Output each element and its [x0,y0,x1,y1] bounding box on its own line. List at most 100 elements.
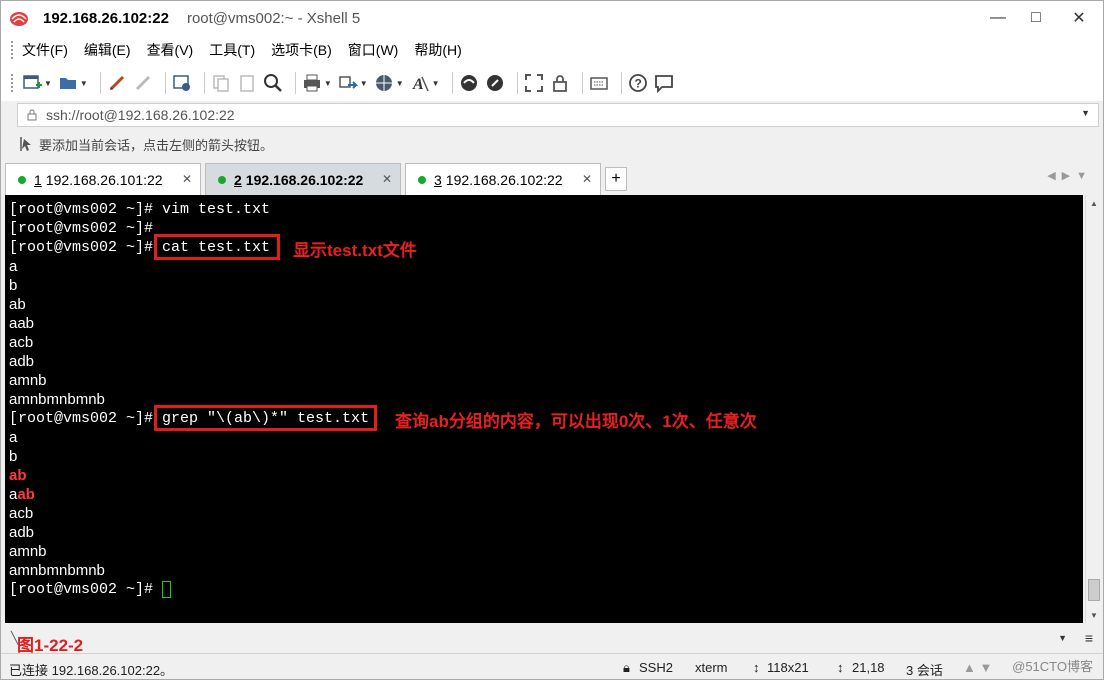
output-line: adb [9,353,35,370]
menu-edit[interactable]: 编辑(E) [84,40,131,60]
add-tab-button[interactable]: + [605,167,627,191]
open-folder-button[interactable]: ▼ [58,73,88,93]
output-line: amnb [9,543,47,560]
chevron-down-icon[interactable]: ▼ [1081,108,1090,118]
menu-view[interactable]: 查看(V) [147,40,194,60]
fullscreen-button[interactable] [524,73,544,93]
compose-bar [1,627,1103,651]
connect-button[interactable] [107,73,127,93]
menu-file[interactable]: 文件(F) [22,40,68,60]
toolbar-separator [516,72,518,94]
keyboard-icon [589,77,608,90]
close-icon[interactable]: ✕ [582,172,592,186]
find-button[interactable] [263,73,283,93]
tab-label: 192.168.26.102:22 [245,171,364,188]
font-button[interactable]: A ▼ [410,73,440,93]
window-subtitle: root@vms002:~ - Xshell 5 [186,9,361,27]
scroll-down-icon[interactable]: ▼ [1086,607,1102,623]
cursor-icon: ↕ [837,660,844,675]
keyboard-button[interactable] [589,73,609,93]
tab-number: 1 [34,171,42,188]
address-bar[interactable]: ssh://root@192.168.26.102:22 ▼ [17,103,1099,127]
watermark: @51CTO博客 [1012,659,1093,674]
menu-window[interactable]: 窗口(W) [348,40,399,60]
tab-session-3[interactable]: 3 192.168.26.102:22 ✕ [405,163,601,195]
terminal-type: xterm [695,660,728,675]
xftp-button[interactable] [459,73,479,93]
connection-status: 已连接 192.168.26.102:22。 [9,663,174,678]
output-line: acb [9,334,34,351]
printer-icon [303,74,320,92]
session-tabs: 1 192.168.26.101:22 ✕ 2 192.168.26.102:2… [1,161,1103,195]
toolbar-separator [451,72,453,94]
output-line: aab [9,315,35,332]
lock-button[interactable] [550,73,570,93]
globe-button[interactable]: ▼ [374,73,404,93]
chat-button[interactable] [654,73,674,93]
terminal[interactable]: [root@vms002 ~]# vim test.txt [root@vms0… [5,195,1083,623]
close-icon[interactable]: ✕ [382,172,392,186]
lock-icon [27,109,37,121]
toolbar-separator [99,72,101,94]
arrow-pointer-icon[interactable] [19,136,33,152]
prompt: [root@vms002 ~]# [9,239,163,256]
print-button[interactable]: ▼ [302,73,332,93]
tab-number: 2 [234,171,242,188]
tab-session-2[interactable]: 2 192.168.26.102:22 ✕ [205,163,401,195]
close-button[interactable]: ✕ [1055,1,1103,35]
search-icon [263,74,282,92]
scroll-up-icon[interactable]: ▲ [1086,195,1102,211]
menu-grip [11,41,14,59]
help-button[interactable]: ? [628,73,648,93]
copy-icon [213,75,229,92]
disconnect-button[interactable] [133,73,153,93]
hint-text: 要添加当前会话，点击左侧的箭头按钮。 [39,137,274,153]
output-line: b [9,448,18,465]
command-text: grep "\(ab\)*" test.txt [162,410,370,427]
window-title: 192.168.26.102:22 [43,9,169,27]
lock-icon: 🔒︎ [623,660,630,675]
new-session-icon [23,75,42,89]
link-icon [109,75,124,91]
toolbar-separator [294,72,296,94]
annotation-cat: 显示test.txt文件 [293,241,417,260]
script-button[interactable] [485,73,505,93]
scroll-thumb[interactable] [1088,579,1100,601]
new-session-button[interactable]: ▼ [22,73,52,93]
paste-button[interactable] [237,73,257,93]
maximize-button[interactable]: □ [1017,1,1055,35]
lock-icon [552,75,567,92]
paste-icon [240,75,254,92]
output-line: adb [9,524,35,541]
vertical-scrollbar[interactable]: ▲ ▼ [1085,195,1101,623]
prompt: [root@vms002 ~]# [9,220,163,237]
output-line: ab [9,296,26,313]
prompt: [root@vms002 ~]# [9,201,163,218]
menu-tools[interactable]: 工具(T) [209,40,255,60]
menu-help[interactable]: 帮助(H) [414,40,461,60]
tab-session-1[interactable]: 1 192.168.26.101:22 ✕ [5,163,201,195]
close-icon[interactable]: ✕ [182,172,192,186]
status-dot-icon [218,175,226,184]
toolbar: ▼ ▼ ▼ ▼ ▼ A ▼ ? [1,65,1103,101]
svg-text:?: ? [634,77,641,91]
tab-label: 192.168.26.102:22 [445,171,563,188]
globe-icon [375,75,392,91]
menu-tab[interactable]: 选项卡(B) [271,40,332,60]
xshell-window: 192.168.26.102:22 root@vms002:~ - Xshell… [0,0,1104,680]
match-line: ab [9,467,27,484]
tab-scroll-arrows[interactable]: ◀▶▼ [1047,169,1093,182]
prompt: [root@vms002 ~]# [9,410,163,427]
copy-button[interactable] [211,73,231,93]
chevron-down-icon[interactable]: ▼ [1058,633,1067,643]
transfer-button[interactable]: ▼ [338,73,368,93]
swirl-icon [460,75,477,91]
menu-icon[interactable]: ≡ [1085,630,1093,646]
address-input[interactable]: ssh://root@192.168.26.102:22 [46,107,235,123]
menu-bar: 文件(F) 编辑(E) 查看(V) 工具(T) 选项卡(B) 窗口(W) 帮助(… [1,35,1103,65]
output-line: amnbmnbmnb [9,562,105,579]
minimize-button[interactable]: — [979,1,1017,35]
prompt: [root@vms002 ~]# [9,581,163,598]
properties-button[interactable] [172,73,192,93]
nav-arrows-icon[interactable]: ▲ ▼ [963,660,992,675]
